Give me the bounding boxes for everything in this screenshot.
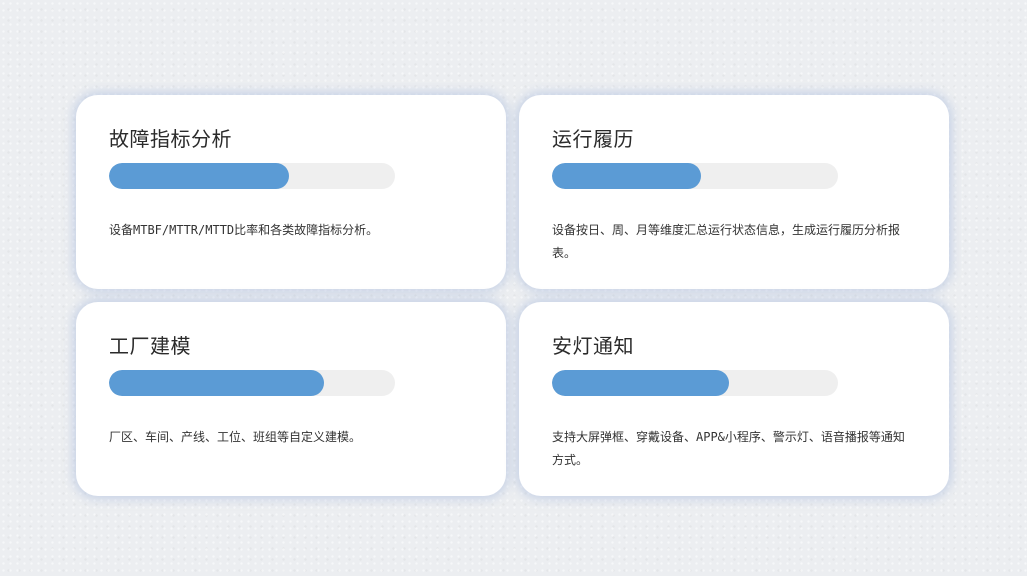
card-factory-modeling: 工厂建模 厂区、车间、产线、工位、班组等自定义建模。 [76,302,506,496]
progress-fill [109,370,324,396]
card-description: 设备按日、周、月等维度汇总运行状态信息，生成运行履历分析报表。 [552,223,901,260]
progress-bar [109,163,395,189]
progress-bar [552,370,838,396]
card-description: 设备MTBF/MTTR/MTTD比率和各类故障指标分析。 [109,223,379,237]
progress-fill [109,163,290,189]
card-operation-history: 运行履历 设备按日、周、月等维度汇总运行状态信息，生成运行履历分析报表。 [519,95,949,289]
progress-fill [552,163,701,189]
progress-bar [109,370,395,396]
card-description: 支持大屏弹框、穿戴设备、APP&小程序、警示灯、语音播报等通知方式。 [552,430,905,467]
progress-bar [552,163,838,189]
card-title: 工厂建模 [109,334,191,358]
card-title: 运行履历 [552,127,634,151]
card-andon-notification: 安灯通知 支持大屏弹框、穿戴设备、APP&小程序、警示灯、语音播报等通知方式。 [519,302,949,496]
card-fault-analysis: 故障指标分析 设备MTBF/MTTR/MTTD比率和各类故障指标分析。 [76,95,506,289]
progress-fill [552,370,730,396]
card-title: 故障指标分析 [109,127,232,151]
card-description: 厂区、车间、产线、工位、班组等自定义建模。 [109,430,362,444]
card-title: 安灯通知 [552,334,634,358]
